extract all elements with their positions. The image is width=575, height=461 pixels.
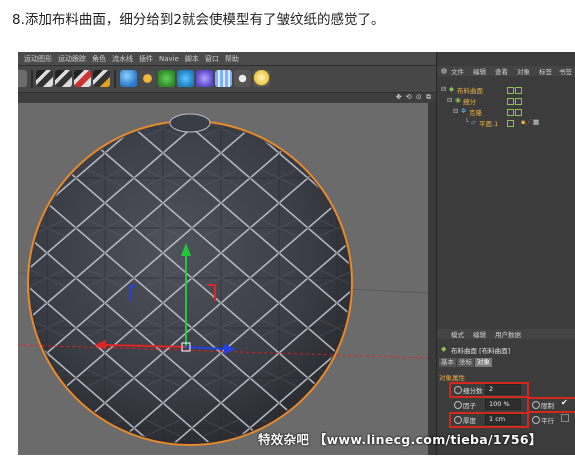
render-view-icon[interactable]	[36, 70, 53, 87]
menu-bar: 运动图形 运动跟踪 角色 流水线 插件 Navie 脚本 窗口 帮助	[18, 52, 436, 66]
animate-radio[interactable]	[532, 416, 540, 424]
pen-spline-icon[interactable]	[139, 70, 156, 87]
tab-basic[interactable]: 基本	[439, 358, 456, 367]
menu-item-pipeline[interactable]: 流水线	[112, 54, 133, 64]
menu-tags[interactable]: 标签	[539, 66, 552, 76]
menu-file[interactable]: 文件	[451, 66, 464, 76]
visibility-toggle[interactable]	[507, 87, 514, 94]
menu-item-help[interactable]: 帮助	[225, 54, 239, 64]
scale-tool-icon[interactable]	[18, 70, 27, 87]
grip-icon[interactable]	[441, 68, 447, 74]
visibility-toggle[interactable]	[507, 120, 514, 127]
tag-icon[interactable]: ▪⋰	[521, 118, 532, 126]
floor-icon[interactable]	[215, 70, 232, 87]
toolbar-separator	[31, 70, 33, 88]
menu-edit[interactable]: 编辑	[473, 329, 486, 339]
collapse-icon[interactable]: ⊟	[441, 85, 446, 93]
crepe-paper-cells	[30, 123, 350, 443]
menu-item-window[interactable]: 窗口	[205, 54, 219, 64]
render-settings-icon[interactable]	[74, 70, 91, 87]
subdivisions-label: 细分数	[463, 387, 483, 395]
cinema4d-window: 运动图形 运动跟踪 角色 流水线 插件 Navie 脚本 窗口 帮助 ✥ ⟲ ⊙…	[18, 52, 575, 455]
menu-item-script[interactable]: 脚本	[185, 54, 199, 64]
toolbar-separator	[114, 70, 116, 88]
object-row-plane[interactable]: └ ▱ 平面.1 ▪⋰ ▦	[437, 117, 575, 128]
menu-view[interactable]: 查看	[495, 66, 508, 76]
attribute-title: 布料曲面 [布料曲面]	[451, 347, 511, 355]
menu-item-mograph[interactable]: 运动图形	[24, 54, 52, 64]
tab-coordinates[interactable]: 坐标	[457, 358, 474, 367]
perspective-viewport[interactable]	[18, 103, 428, 455]
animate-radio[interactable]	[454, 416, 462, 424]
material-tag-icon[interactable]: ▦	[533, 118, 539, 126]
visibility-toggle[interactable]	[507, 109, 514, 116]
limit-checkbox[interactable]: ✔	[561, 398, 568, 407]
viewport-canvas	[18, 113, 428, 446]
menu-objects[interactable]: 对象	[517, 66, 530, 76]
menu-bookmarks[interactable]: 书签	[559, 66, 572, 76]
parallel-checkbox[interactable]	[561, 414, 569, 422]
menu-item-navie[interactable]: Navie	[159, 55, 179, 63]
animate-radio[interactable]	[454, 401, 462, 409]
light-icon[interactable]	[253, 70, 270, 87]
menu-item-motion-tracking[interactable]: 运动跟踪	[58, 54, 86, 64]
attribute-manager-menu: 模式 编辑 用户数据	[437, 329, 575, 339]
watermark: 特效杂吧 【www.linecg.com/tieba/1756】	[258, 432, 542, 447]
step-caption: 8.添加布料曲面，细分给到2就会使模型有了皱纹纸的感觉了。	[12, 12, 385, 28]
array-icon[interactable]	[177, 70, 194, 87]
parallel-label: 平行	[541, 417, 554, 425]
visibility-toggle[interactable]	[507, 98, 514, 105]
object-label: 平面.1	[479, 120, 499, 128]
animate-radio[interactable]	[454, 386, 462, 394]
menu-item-plugins[interactable]: 插件	[139, 54, 153, 64]
enable-toggle[interactable]	[515, 98, 522, 105]
edit-render-settings-icon[interactable]	[93, 70, 110, 87]
menu-mode[interactable]: 模式	[451, 329, 464, 339]
menu-edit[interactable]: 编辑	[473, 66, 486, 76]
right-panel: 文件 编辑 查看 对象 标签 书签 ⊟ ◆ 布料曲面 ⊟ ◉ 细分 ⊟ ✲ 克隆	[436, 52, 575, 455]
camera-icon[interactable]	[234, 70, 251, 87]
object-row-subdivision[interactable]: ⊟ ◉ 细分	[437, 95, 575, 106]
render-picture-viewer-icon[interactable]	[55, 70, 72, 87]
object-row-cloner[interactable]: ⊟ ✲ 克隆	[437, 106, 575, 117]
deformer-icon[interactable]	[196, 70, 213, 87]
object-row-cloth-surface[interactable]: ⊟ ◆ 布料曲面	[437, 84, 575, 95]
collapse-icon[interactable]: ⊟	[453, 107, 458, 115]
tab-object[interactable]: 对象	[475, 358, 492, 367]
enable-toggle[interactable]	[515, 109, 522, 116]
subdivision-icon: ◉	[455, 96, 461, 104]
factor-input[interactable]: 100 %	[485, 399, 521, 410]
object-label: 克隆	[469, 109, 482, 117]
menu-user-data[interactable]: 用户数据	[495, 329, 521, 339]
viewport-scrollbar[interactable]	[428, 103, 436, 455]
subdivision-surface-icon[interactable]	[158, 70, 175, 87]
cloth-surface-icon: ◆	[441, 345, 447, 353]
cloner-icon: ✲	[461, 107, 467, 115]
cube-icon[interactable]	[120, 70, 137, 87]
subdivisions-input[interactable]: 2	[485, 384, 521, 395]
ball-top-cap	[169, 113, 211, 133]
collapse-icon[interactable]: ⊟	[447, 96, 452, 104]
enable-toggle[interactable]	[515, 87, 522, 94]
object-manager-menu: 文件 编辑 查看 对象 标签 书签	[437, 66, 575, 76]
section-object-properties: 对象属性	[439, 374, 465, 382]
thickness-input[interactable]: 1 cm	[485, 414, 521, 425]
viewport-header: ✥ ⟲ ⊙ ⧉	[18, 93, 436, 103]
object-label: 布料曲面	[457, 87, 483, 95]
limit-label: 限制	[541, 402, 554, 410]
animate-radio[interactable]	[532, 401, 540, 409]
plane-icon: ▱	[471, 118, 476, 126]
factor-label: 因子	[463, 402, 476, 410]
viewport-nav-controls[interactable]: ✥ ⟲ ⊙ ⧉	[396, 93, 432, 102]
menu-item-character[interactable]: 角色	[92, 54, 106, 64]
object-label: 细分	[463, 98, 476, 106]
hierarchy-line: └	[465, 118, 469, 126]
main-toolbar	[18, 66, 436, 93]
cloth-surface-icon: ◆	[449, 85, 454, 93]
thickness-label: 厚度	[463, 417, 476, 425]
